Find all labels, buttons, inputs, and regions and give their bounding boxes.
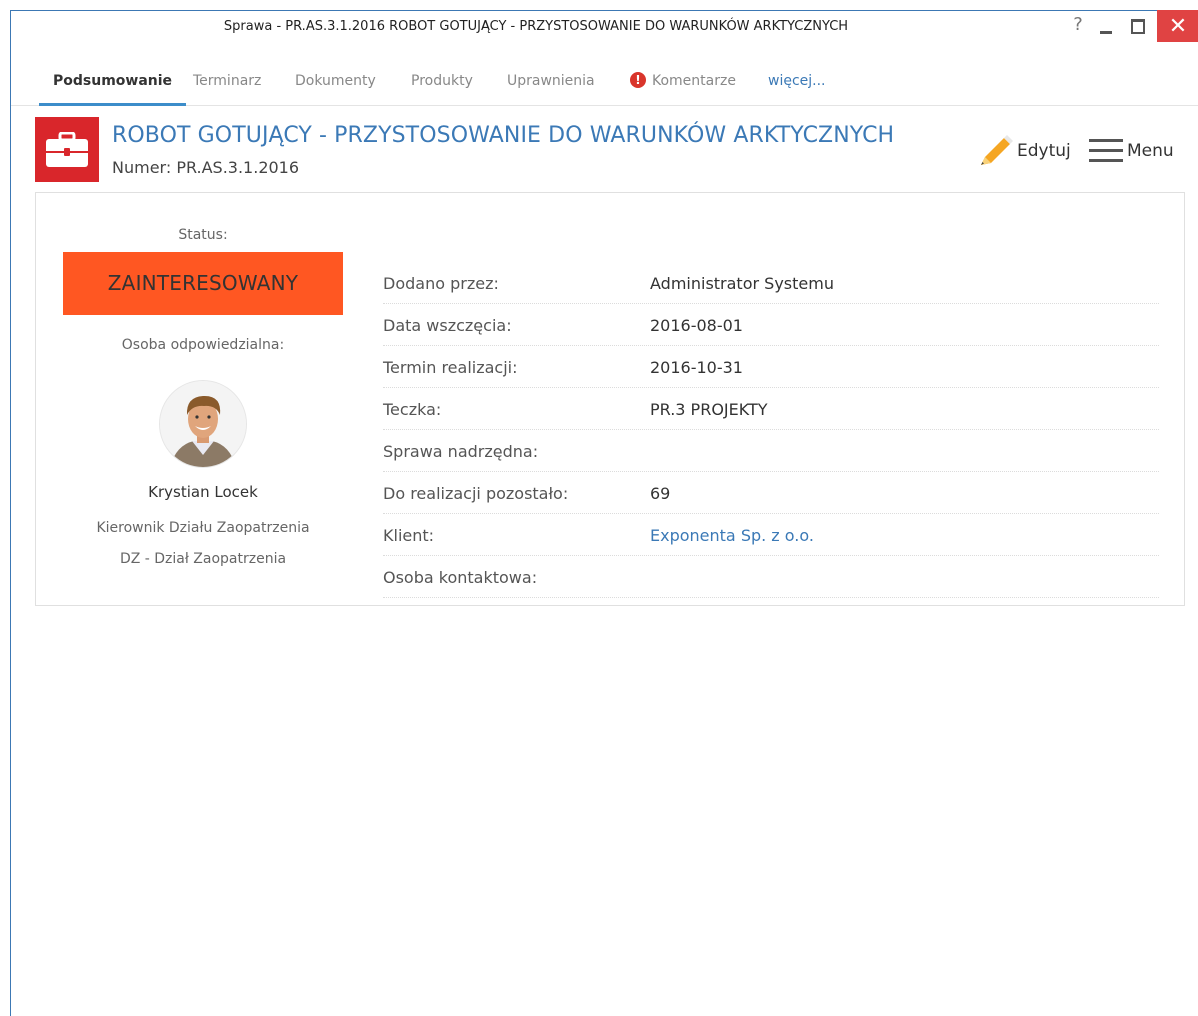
detail-label: Do realizacji pozostało:	[383, 484, 569, 503]
alert-icon: !	[630, 72, 646, 88]
tab-komentarze-label: Komentarze	[652, 73, 736, 89]
detail-row: Termin realizacji: 2016-10-31	[383, 347, 1159, 388]
briefcase-icon	[35, 117, 99, 182]
detail-label: Sprawa nadrzędna:	[383, 442, 539, 461]
title-bar: Sprawa - PR.AS.3.1.2016 ROBOT GOTUJĄCY -…	[11, 9, 1198, 45]
person-department: DZ - Dział Zaopatrzenia	[119, 551, 287, 567]
detail-value: PR.3 PROJEKTY	[650, 400, 768, 419]
detail-value: 2016-08-01	[650, 316, 743, 335]
detail-label: Termin realizacji:	[383, 358, 518, 377]
window-title: Sprawa - PR.AS.3.1.2016 ROBOT GOTUJĄCY -…	[223, 19, 849, 34]
detail-label: Teczka:	[383, 400, 442, 419]
detail-row: Do realizacji pozostało: 69	[383, 473, 1159, 514]
detail-label: Osoba kontaktowa:	[383, 568, 538, 587]
detail-row: Klient: Exponenta Sp. z o.o.	[383, 515, 1159, 556]
tab-podsumowanie[interactable]: Podsumowanie	[39, 65, 187, 106]
tab-uprawnienia[interactable]: Uprawnienia	[507, 65, 595, 103]
tab-more[interactable]: więcej...	[768, 65, 826, 103]
detail-row: Teczka: PR.3 PROJEKTY	[383, 389, 1159, 430]
tab-dokumenty[interactable]: Dokumenty	[295, 65, 376, 103]
detail-value: Administrator Systemu	[650, 274, 834, 293]
detail-row: Dodano przez: Administrator Systemu	[383, 263, 1159, 304]
tab-produkty[interactable]: Produkty	[411, 65, 473, 103]
status-badge[interactable]: ZAINTERESOWANY	[63, 252, 343, 315]
detail-value: 69	[650, 484, 671, 503]
tab-bar: Podsumowanie Terminarz Dokumenty Produkt…	[11, 65, 1198, 106]
detail-label: Data wszczęcia:	[383, 316, 512, 335]
detail-value: 2016-10-31	[650, 358, 743, 377]
detail-row: Sprawa nadrzędna:	[383, 431, 1159, 472]
tab-terminarz[interactable]: Terminarz	[193, 65, 261, 103]
tab-komentarze[interactable]: ! Komentarze	[630, 65, 736, 103]
minimize-button[interactable]	[1095, 11, 1117, 41]
client-link[interactable]: Exponenta Sp. z o.o.	[650, 526, 814, 545]
menu-button[interactable]: Menu	[1089, 133, 1174, 169]
detail-label: Klient:	[383, 526, 435, 545]
close-button[interactable]: ✕	[1157, 10, 1198, 42]
status-label: Status:	[178, 227, 228, 243]
hamburger-icon	[1089, 137, 1125, 165]
case-number: Numer: PR.AS.3.1.2016	[112, 158, 300, 177]
help-button[interactable]: ?	[1067, 9, 1089, 39]
edit-button[interactable]: Edytuj	[977, 133, 1071, 169]
minimize-icon	[1100, 30, 1112, 34]
maximize-icon	[1131, 18, 1145, 34]
menu-label: Menu	[1127, 141, 1174, 161]
summary-panel: Status: ZAINTERESOWANY Osoba odpowiedzia…	[35, 192, 1185, 606]
detail-row: Osoba kontaktowa:	[383, 557, 1159, 598]
pencil-icon	[977, 133, 1013, 169]
avatar[interactable]	[160, 381, 246, 467]
app-window: Sprawa - PR.AS.3.1.2016 ROBOT GOTUJĄCY -…	[10, 10, 1198, 1016]
detail-label: Dodano przez:	[383, 274, 499, 293]
page-title: ROBOT GOTUJĄCY - PRZYSTOSOWANIE DO WARUN…	[112, 123, 895, 148]
person-name[interactable]: Krystian Locek	[63, 483, 343, 501]
maximize-button[interactable]	[1127, 11, 1149, 41]
edit-label: Edytuj	[1017, 141, 1071, 161]
details-list: Dodano przez: Administrator Systemu Data…	[383, 263, 1159, 599]
detail-row: Data wszczęcia: 2016-08-01	[383, 305, 1159, 346]
person-role: Kierownik Działu Zaopatrzenia	[96, 520, 310, 536]
responsible-label: Osoba odpowiedzialna:	[121, 337, 285, 353]
